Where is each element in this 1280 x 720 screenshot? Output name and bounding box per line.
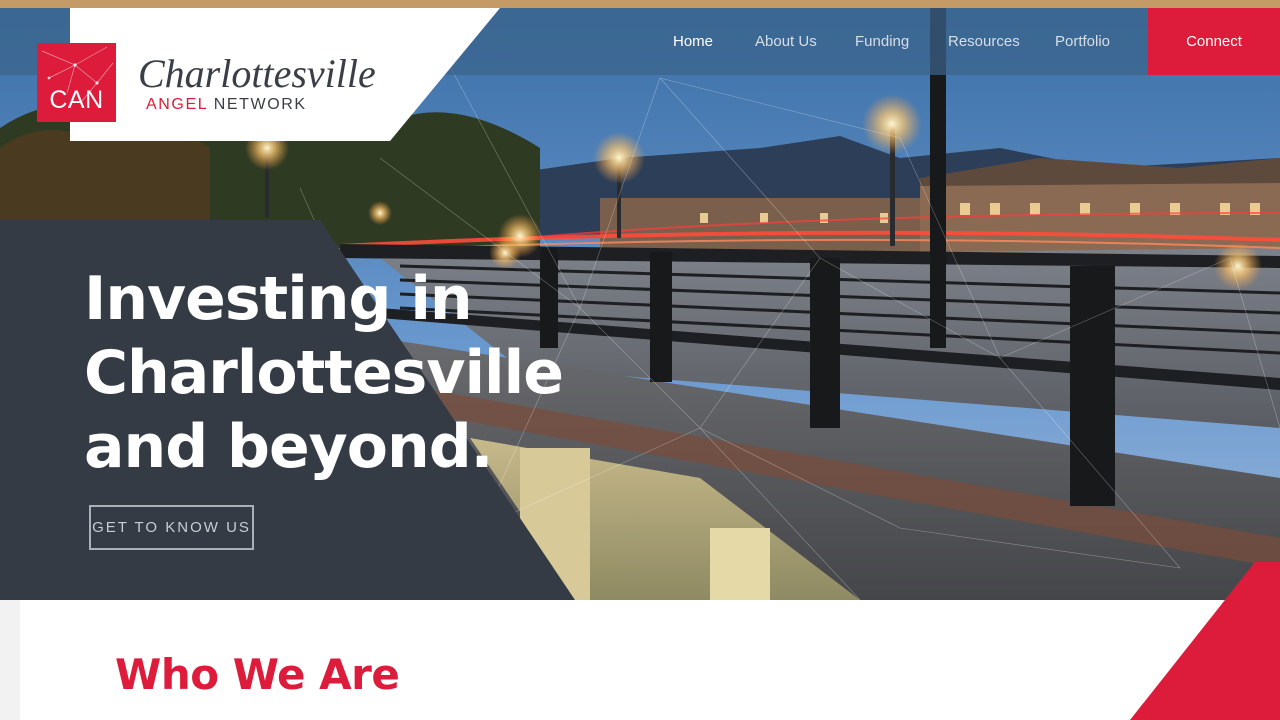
section-title: Who We Are bbox=[115, 650, 400, 699]
nav-portfolio[interactable]: Portfolio bbox=[1055, 8, 1110, 75]
logo-subtitle-network: NETWORK bbox=[213, 96, 307, 113]
connect-button[interactable]: Connect bbox=[1148, 8, 1280, 75]
logo-mark-text: CAN bbox=[49, 86, 104, 114]
logo-subtitle-angel: ANGEL bbox=[146, 96, 208, 113]
hero-headline: Investing in Charlottesville and beyond. bbox=[84, 262, 564, 484]
red-corner-accent bbox=[1130, 562, 1280, 720]
nav-about-us[interactable]: About Us bbox=[755, 8, 817, 75]
nav-home[interactable]: Home bbox=[673, 8, 713, 75]
hero-headline-line: Investing in bbox=[84, 264, 473, 334]
logo-link[interactable]: CAN Charlottesville ANGEL NETWORK bbox=[0, 8, 500, 141]
hero-headline-line: Charlottesville bbox=[84, 338, 564, 408]
logo-title: Charlottesville bbox=[138, 51, 376, 96]
hero-headline-line: and beyond. bbox=[84, 412, 493, 482]
get-to-know-us-button[interactable]: GET TO KNOW US bbox=[89, 505, 254, 550]
logo-mark: CAN bbox=[37, 43, 116, 122]
logo-subtitle: ANGEL NETWORK bbox=[146, 96, 307, 114]
top-accent-strip bbox=[0, 0, 1280, 8]
nav-resources[interactable]: Resources bbox=[948, 8, 1020, 75]
nav-funding[interactable]: Funding bbox=[855, 8, 909, 75]
